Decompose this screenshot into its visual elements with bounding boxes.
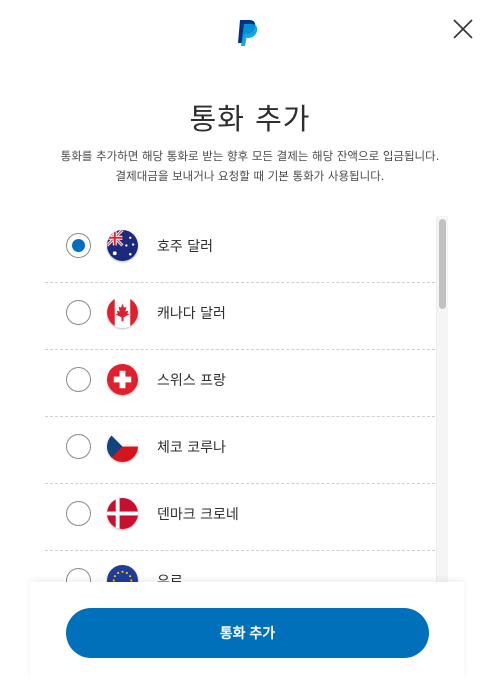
description-line-1: 통화를 추가하면 해당 통화로 받는 향후 모든 결제는 해당 잔액으로 입금됩… bbox=[60, 149, 440, 163]
eu-flag-icon bbox=[107, 565, 138, 582]
radio-button[interactable] bbox=[66, 300, 91, 325]
currency-list: 호주 달러 캐나다 달러 스위스 프랑 체코 코루나 덴마크 크로네 유로 bbox=[45, 216, 435, 582]
add-currency-button[interactable]: 통화 추가 bbox=[66, 608, 429, 658]
czech-flag-icon bbox=[107, 431, 138, 462]
currency-label: 스위스 프랑 bbox=[157, 373, 226, 389]
currency-option-aud[interactable]: 호주 달러 bbox=[45, 216, 435, 283]
currency-option-czk[interactable]: 체코 코루나 bbox=[45, 417, 435, 484]
radio-button[interactable] bbox=[66, 568, 91, 582]
page-title: 통화 추가 bbox=[189, 102, 311, 136]
switzerland-flag-icon bbox=[107, 364, 138, 395]
paypal-logo-icon bbox=[236, 18, 260, 46]
close-button[interactable] bbox=[450, 16, 476, 42]
currency-option-eur[interactable]: 유로 bbox=[45, 551, 435, 582]
description: 통화를 추가하면 해당 통화로 받는 향후 모든 결제는 해당 잔액으로 입금됩… bbox=[30, 146, 470, 186]
denmark-flag-icon bbox=[107, 498, 138, 529]
footer: 통화 추가 bbox=[30, 582, 464, 680]
currency-label: 캐나다 달러 bbox=[157, 306, 226, 322]
currency-label: 체코 코루나 bbox=[157, 440, 226, 456]
close-icon bbox=[453, 19, 473, 39]
radio-button[interactable] bbox=[66, 367, 91, 392]
currency-label: 덴마크 크로네 bbox=[157, 507, 239, 523]
scrollbar-thumb[interactable] bbox=[439, 219, 446, 309]
currency-option-cad[interactable]: 캐나다 달러 bbox=[45, 283, 435, 350]
currency-label: 호주 달러 bbox=[157, 239, 213, 255]
currency-label: 유로 bbox=[157, 574, 183, 582]
currency-option-chf[interactable]: 스위스 프랑 bbox=[45, 350, 435, 417]
description-line-2: 결제대금을 보내거나 요청할 때 기본 통화가 사용됩니다. bbox=[115, 169, 385, 183]
australia-flag-icon bbox=[107, 230, 138, 261]
radio-button[interactable] bbox=[66, 501, 91, 526]
currency-option-dkk[interactable]: 덴마크 크로네 bbox=[45, 484, 435, 551]
radio-button[interactable] bbox=[66, 233, 91, 258]
radio-button[interactable] bbox=[66, 434, 91, 459]
canada-flag-icon bbox=[107, 297, 138, 328]
